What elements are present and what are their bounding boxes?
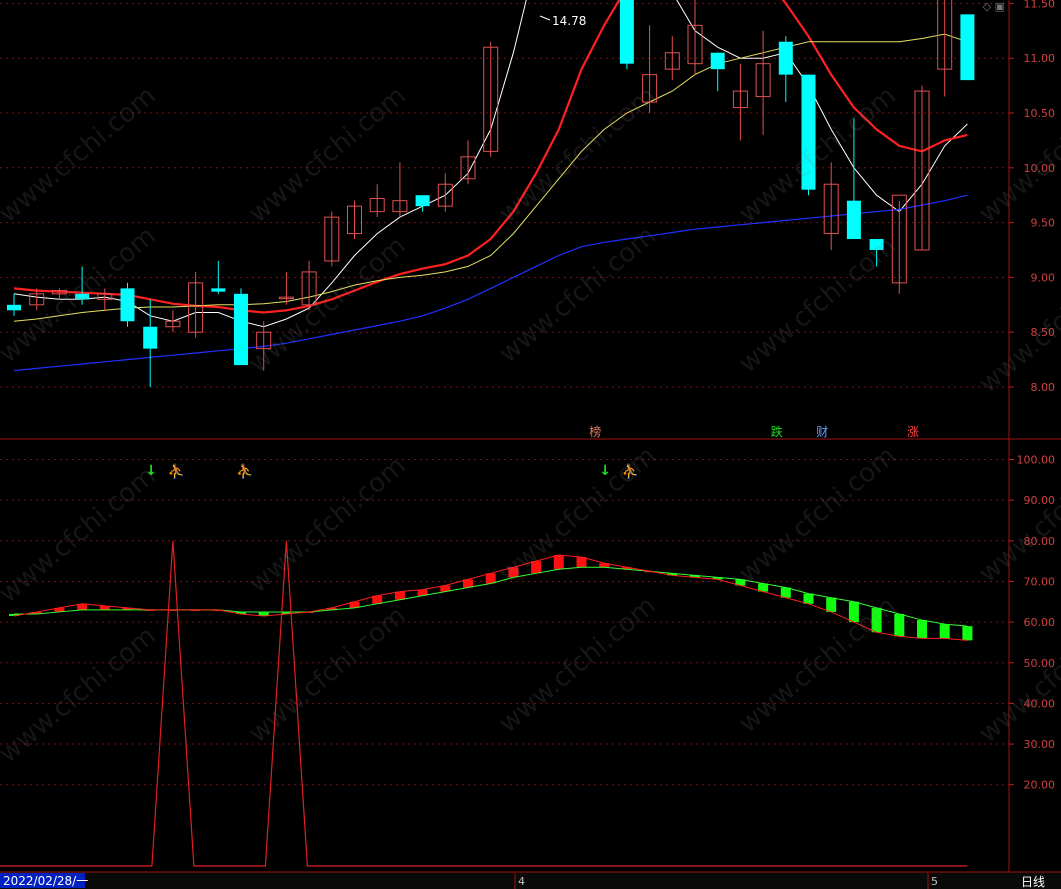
runner-icon: ⛹ [168,462,185,480]
down-arrow-icon: ↓ [145,463,157,479]
price-tick-label: 11.50 [1024,0,1056,10]
indicator-bar [394,591,405,600]
price-tick-label: 9.00 [1031,271,1056,284]
indicator-fast-line [13,554,968,641]
peak-price-label: 14.78 [552,14,586,28]
down-arrow-icon: ↓ [599,463,611,479]
runner-icon: ⛹ [622,462,639,480]
indicator-bar [917,620,927,639]
indicator-tick-label: 60.00 [1024,616,1056,629]
indicator-bar [780,587,791,598]
month-5-label: 5 [931,875,938,888]
price-tick-label: 11.00 [1024,52,1056,65]
candle-down [211,288,226,292]
candle-down [75,293,90,300]
grid-lines [0,2,1009,786]
indicator-bar [803,593,814,604]
diamond-icon[interactable]: ◇ [983,0,991,13]
event-marker-1: 跌 [771,424,783,439]
runner-icon: ⛹ [236,462,253,480]
candle-down [415,195,430,207]
candle-down [143,326,158,349]
indicator-bar [531,561,542,574]
y-axis-ticks: 8.008.509.009.5010.0010.5011.0011.5012.0… [1009,0,1055,792]
candle-down [7,304,21,311]
indicator-bar [871,607,882,633]
candle-down [619,0,634,64]
indicator-tick-label: 50.00 [1024,657,1056,670]
indicator-bar [894,613,905,637]
indicator-bar [576,557,587,568]
indicator-tick-label: 100.00 [1017,454,1056,467]
month-4-label: 4 [518,875,525,888]
date-cursor-label: 2022/02/28/一 [3,874,88,888]
indicator-bar [962,626,973,641]
event-marker-0: 榜 [589,424,601,439]
indicator-bar [553,555,564,570]
candle-down [846,200,861,240]
indicator-tick-label: 40.00 [1024,697,1056,710]
indicator-tick-label: 20.00 [1024,779,1056,792]
bottom-bar [0,872,1061,889]
indicator-tick-label: 70.00 [1024,575,1056,588]
event-marker-2: 财 [816,425,828,439]
indicator-tick-label: 30.00 [1024,738,1056,751]
candle-down [778,41,793,75]
period-label[interactable]: 日线 [1021,875,1045,889]
stock-chart: 8.008.509.009.5010.0010.5011.0011.5012.0… [0,0,1061,889]
event-marker-3: 涨 [907,424,919,439]
window-icon[interactable]: ▣ [995,0,1005,13]
peak-pointer [539,15,551,21]
price-tick-label: 8.00 [1031,381,1056,394]
candle-down [120,288,135,322]
indicator-bar [939,624,950,639]
candle-down [234,293,248,366]
candle-down [960,14,975,81]
price-tick-label: 10.00 [1024,162,1056,175]
price-tick-label: 10.50 [1024,107,1056,120]
indicator-bar [826,597,837,612]
price-tick-label: 9.50 [1031,217,1056,230]
candle-down [801,74,816,190]
toolbar-icons[interactable]: ◇ ▣ [983,0,1005,13]
indicator-bar [485,573,496,584]
candle-down [710,52,725,70]
indicator-bar [848,601,859,623]
price-tick-label: 8.50 [1031,326,1056,339]
candle-down [869,239,884,250]
indicator-tick-label: 80.00 [1024,535,1056,548]
indicator-bar [508,567,519,578]
indicator-tick-label: 90.00 [1024,494,1056,507]
event-markers: 榜 跌 财 涨 ↓ ⛹ ⛹ ↓ ⛹ [145,424,919,480]
